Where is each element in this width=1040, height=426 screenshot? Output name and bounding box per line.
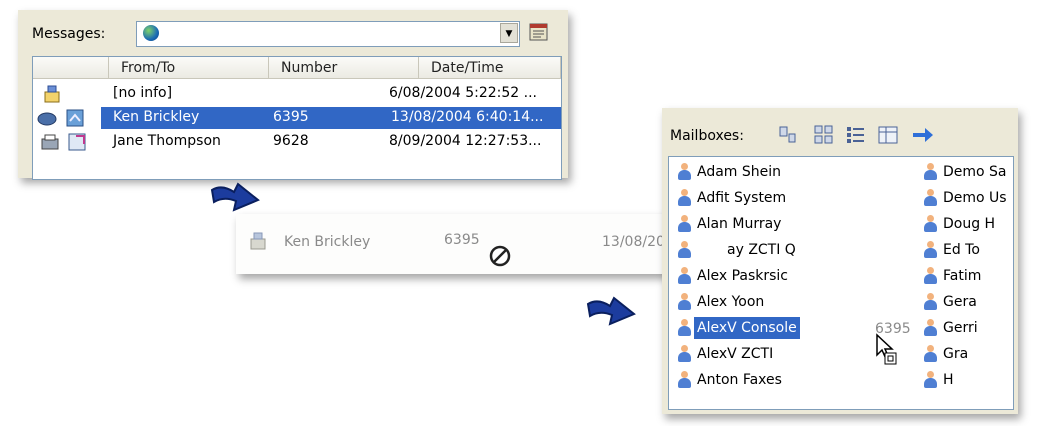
drag-number: 6395 [444, 232, 480, 248]
mailbox-name: ay ZCTI Q [727, 242, 796, 258]
column-header-date-time[interactable]: Date/Time [419, 57, 561, 79]
drag-copy-cursor-icon [875, 333, 901, 367]
mailbox-name: Gra [943, 346, 969, 362]
mailbox-name: Alex Paskrsic [697, 268, 788, 284]
drag-item-icon [248, 232, 270, 250]
no-drop-cursor-icon [488, 244, 512, 268]
chevron-down-icon[interactable]: ▼ [500, 23, 518, 43]
small-icons-icon[interactable] [814, 125, 834, 145]
mailbox-name: Anton Faxes [697, 372, 782, 388]
mailbox-name: AlexV ZCTI [697, 346, 774, 362]
person-icon [923, 371, 937, 389]
selection-highlight: Ken Brickley 6395 13/08/2004 6:40:14... [101, 107, 561, 129]
messages-label: Messages: [32, 26, 106, 42]
from-to-cell: Ken Brickley [113, 109, 200, 125]
details-icon[interactable] [878, 125, 898, 145]
person-icon [677, 345, 691, 363]
person-icon [923, 267, 937, 285]
mailbox-name: AlexV Console [694, 317, 800, 339]
phone-envelope-icon [43, 85, 63, 103]
address-book-icon[interactable] [528, 21, 550, 43]
date-time-cell: 13/08/2004 6:40:14... [391, 109, 544, 125]
from-to-cell: Jane Thompson [113, 133, 221, 149]
voicemail-icon [37, 109, 89, 127]
person-icon [923, 345, 937, 363]
mailbox-name: Gera [943, 294, 977, 310]
mailbox-name: Ed To [943, 242, 980, 258]
drag-name: Ken Brickley [284, 234, 371, 250]
person-icon [677, 241, 691, 259]
from-to-cell: [no info] [113, 85, 173, 101]
mailbox-name: Alex Yoon [697, 294, 765, 310]
person-icon [923, 293, 937, 311]
arrow-right-icon[interactable] [912, 126, 934, 144]
table-row[interactable]: Jane Thompson 9628 8/09/2004 12:27:53... [33, 131, 561, 153]
person-icon [677, 267, 691, 285]
mailbox-name: Adam Shein [697, 164, 782, 180]
mailbox-name: Gerri [943, 320, 978, 336]
mailbox-name: Doug H [943, 216, 996, 232]
mailbox-name: H [943, 372, 954, 388]
person-icon [677, 293, 691, 311]
table-row[interactable]: [no info] 6/08/2004 5:22:52 ... [33, 83, 561, 105]
mailbox-column-1: Adam Shein Adfit System Alan Murray ay Z… [669, 157, 909, 409]
mailbox-name: Fatim [943, 268, 982, 284]
date-time-cell: 8/09/2004 12:27:53... [389, 133, 542, 149]
globe-icon [143, 25, 159, 41]
person-icon [677, 189, 691, 207]
person-icon [677, 163, 691, 181]
arrow-right-icon [586, 296, 636, 326]
column-header-from-to[interactable]: From/To [109, 57, 269, 79]
table-row[interactable]: Ken Brickley 6395 13/08/2004 6:40:14... [33, 107, 561, 129]
person-icon [677, 371, 691, 389]
arrow-right-icon [210, 182, 260, 212]
messages-panel: Messages: ▼ From/To Number Date/Time [no… [18, 10, 568, 180]
fax-icon [41, 133, 89, 151]
messages-list[interactable]: From/To Number Date/Time [no info] 6/08/… [32, 56, 562, 180]
person-icon [923, 189, 937, 207]
person-icon [677, 215, 691, 233]
person-icon [923, 163, 937, 181]
large-icons-icon[interactable] [778, 125, 798, 145]
list-icon[interactable] [846, 125, 866, 145]
person-icon [923, 241, 937, 259]
mailbox-name: Adfit System [697, 190, 787, 206]
mailboxes-list[interactable]: Adam Shein Adfit System Alan Murray ay Z… [668, 156, 1014, 410]
column-header-icon[interactable] [33, 57, 109, 79]
mailbox-name: Demo Us [943, 190, 1007, 206]
mailbox-column-2: Demo Sa Demo Us Doug H Ed To Fatim Gera … [919, 157, 1013, 409]
date-time-cell: 6/08/2004 5:22:52 ... [389, 85, 538, 101]
person-icon [923, 215, 937, 233]
column-header-number[interactable]: Number [269, 57, 419, 79]
person-icon [923, 319, 937, 337]
mailboxes-label: Mailboxes: [670, 128, 744, 144]
number-cell: 9628 [273, 133, 309, 149]
number-cell: 6395 [273, 109, 309, 125]
person-icon [677, 319, 691, 337]
mailboxes-panel: Mailboxes: Adam Shein Adfit System Alan … [662, 108, 1018, 414]
mailbox-name: Demo Sa [943, 164, 1007, 180]
messages-filter-dropdown[interactable]: ▼ [136, 21, 520, 47]
mailbox-name: Alan Murray [697, 216, 782, 232]
